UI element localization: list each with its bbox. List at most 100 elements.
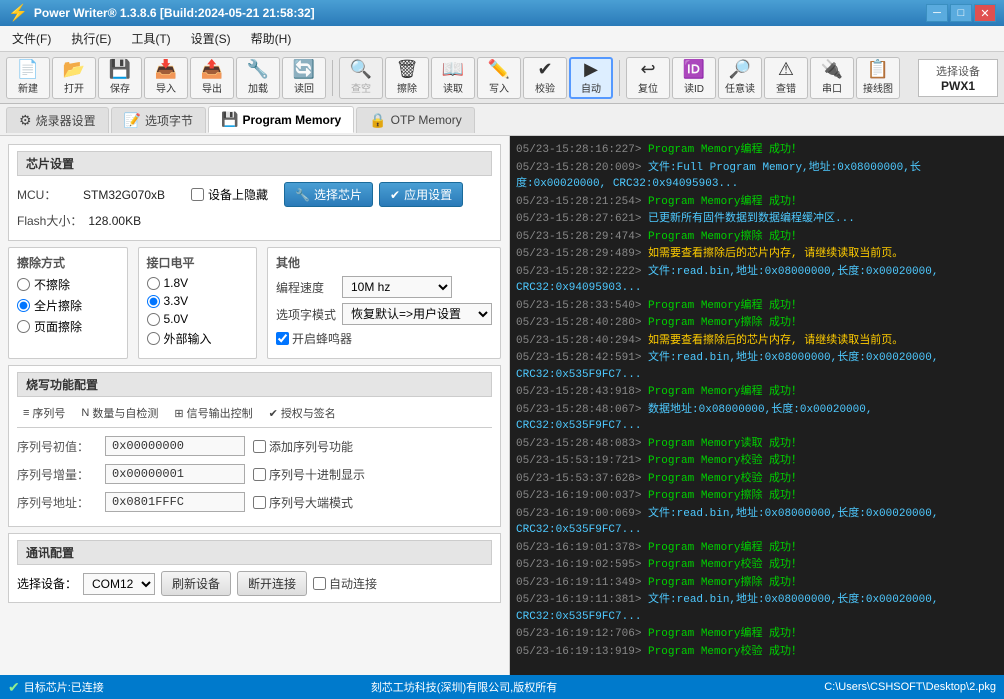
sn-icon: ≡ xyxy=(23,407,29,419)
tab-otp-memory[interactable]: 🔒 OTP Memory xyxy=(356,107,475,133)
check-empty-button[interactable]: 🔍 查空 xyxy=(339,57,383,99)
log-line: 05/23-16:19:02:595> Program Memory校验 成功！ xyxy=(516,557,998,574)
log-line: 05/23-15:28:21:254> Program Memory编程 成功！ xyxy=(516,194,998,211)
maximize-button[interactable]: □ xyxy=(950,4,972,22)
menu-bar: 文件(F) 执行(E) 工具(T) 设置(S) 帮助(H) xyxy=(0,26,1004,52)
menu-execute[interactable]: 执行(E) xyxy=(63,28,119,49)
hidden-device-checkbox[interactable]: 设备上隐藏 xyxy=(191,186,268,203)
device-panel: 选择设备 PWX1 xyxy=(918,59,998,97)
export-icon: 📤 xyxy=(201,60,223,78)
log-line: 05/23-15:28:40:294> 如需要查看擦除后的芯片内存, 请继续读取… xyxy=(516,333,998,350)
write-config-tabs: ≡ 序列号 N 数量与自检测 ⊞ 信号输出控制 ✔ 授权与签名 xyxy=(17,403,492,428)
interface-ext-radio[interactable]: 外部输入 xyxy=(147,330,249,347)
check-error-button[interactable]: ⚠ 查错 xyxy=(764,57,808,99)
verify-button[interactable]: ✔ 校验 xyxy=(523,57,567,99)
refresh-device-button[interactable]: 刷新设备 xyxy=(161,571,231,596)
log-line: 05/23-15:28:32:222> 文件:read.bin,地址:0x080… xyxy=(516,264,998,297)
decimal-sn-checkbox[interactable]: 序列号十进制显示 xyxy=(253,466,365,483)
log-line: 05/23-15:28:27:621> 已更新所有固件数据到数据编程缓冲区... xyxy=(516,211,998,228)
save-button[interactable]: 💾 保存 xyxy=(98,57,142,99)
load-button[interactable]: 🔧 加载 xyxy=(236,57,280,99)
erase-full-radio[interactable]: 全片擦除 xyxy=(17,297,119,314)
auto-button[interactable]: ▶ 自动 xyxy=(569,57,613,99)
serial-tab-auth[interactable]: ✔ 授权与签名 xyxy=(263,403,342,423)
option-bytes-icon: 📝 xyxy=(124,112,141,129)
auto-connect-checkbox[interactable]: 自动连接 xyxy=(313,575,377,592)
import-button[interactable]: 📥 导入 xyxy=(144,57,188,99)
new-icon: 📄 xyxy=(17,60,39,78)
disconnect-button[interactable]: 断开连接 xyxy=(237,571,307,596)
serial-tab-signal[interactable]: ⊞ 信号输出控制 xyxy=(168,403,258,423)
comm-section: 通讯配置 选择设备： COM12 刷新设备 断开连接 自动连接 xyxy=(8,533,501,603)
interface-3v3-radio[interactable]: 3.3V xyxy=(147,294,249,308)
serial-tab-count[interactable]: N 数量与自检测 xyxy=(75,403,164,423)
erase-radio-group: 不擦除 全片擦除 页面擦除 xyxy=(17,276,119,335)
apply-settings-button[interactable]: ✔ 应用设置 xyxy=(379,182,463,207)
wiring-diagram-icon: 📋 xyxy=(867,60,889,78)
apply-icon: ✔ xyxy=(390,188,400,202)
sn-init-input[interactable] xyxy=(105,436,245,456)
erase-page-radio[interactable]: 页面擦除 xyxy=(17,318,119,335)
log-line: 05/23-15:28:33:540> Program Memory编程 成功！ xyxy=(516,298,998,315)
write-button[interactable]: ✏️ 写入 xyxy=(477,57,521,99)
log-line: 05/23-15:28:48:083> Program Memory读取 成功！ xyxy=(516,436,998,453)
log-line: 05/23-16:19:00:037> Program Memory擦除 成功！ xyxy=(516,488,998,505)
comm-device-select[interactable]: COM12 xyxy=(83,573,155,595)
bigendian-sn-checkbox[interactable]: 序列号大端模式 xyxy=(253,494,353,511)
status-bar: ✔ 目标芯片:已连接 刻芯工坊科技(深圳)有限公司,版权所有 C:\Users\… xyxy=(0,675,1004,699)
sn-inc-row: 序列号增量： 序列号十进制显示 xyxy=(17,464,492,484)
select-chip-button[interactable]: 🔧 选择芯片 xyxy=(284,182,373,207)
menu-help[interactable]: 帮助(H) xyxy=(243,28,300,49)
log-line: 05/23-15:28:29:474> Program Memory擦除 成功！ xyxy=(516,229,998,246)
log-line: 05/23-15:53:19:721> Program Memory校验 成功！ xyxy=(516,453,998,470)
menu-settings[interactable]: 设置(S) xyxy=(183,28,239,49)
sn-inc-input[interactable] xyxy=(105,464,245,484)
readback-button[interactable]: 🔄 读回 xyxy=(282,57,326,99)
log-line: 05/23-15:53:37:628> Program Memory校验 成功！ xyxy=(516,471,998,488)
write-config-title: 烧写功能配置 xyxy=(17,372,492,397)
minimize-button[interactable]: ─ xyxy=(926,4,948,22)
tab-burner-settings[interactable]: ⚙ 烧录器设置 xyxy=(6,107,109,133)
auto-icon: ▶ xyxy=(584,60,598,78)
interface-1v8-radio[interactable]: 1.8V xyxy=(147,276,249,290)
toolbar-divider-1 xyxy=(332,60,333,96)
serial-tab-sn[interactable]: ≡ 序列号 xyxy=(17,403,71,423)
erase-no-radio[interactable]: 不擦除 xyxy=(17,276,119,293)
read-icon: 📖 xyxy=(442,60,464,78)
reset-button[interactable]: ↩ 复位 xyxy=(626,57,670,99)
menu-tools[interactable]: 工具(T) xyxy=(123,28,178,49)
new-button[interactable]: 📄 新建 xyxy=(6,57,50,99)
burner-settings-icon: ⚙ xyxy=(19,112,32,129)
toolbar-group-file: 📄 新建 📂 打开 💾 保存 📥 导入 📤 导出 🔧 加载 🔄 读回 xyxy=(6,57,326,99)
read-button[interactable]: 📖 读取 xyxy=(431,57,475,99)
interface-title: 接口电平 xyxy=(147,254,249,271)
close-button[interactable]: ✕ xyxy=(974,4,996,22)
check-error-icon: ⚠ xyxy=(778,60,794,78)
status-left: ✔ 目标芯片:已连接 xyxy=(8,679,104,696)
status-connected-text: 目标芯片:已连接 xyxy=(24,679,104,695)
log-line: 05/23-15:28:42:591> 文件:read.bin,地址:0x080… xyxy=(516,350,998,383)
menu-file[interactable]: 文件(F) xyxy=(4,28,59,49)
speed-select[interactable]: 10M hz xyxy=(342,276,452,298)
serial-port-button[interactable]: 🔌 串口 xyxy=(810,57,854,99)
mode-select[interactable]: 恢复默认=>用户设置 xyxy=(342,303,492,325)
load-icon: 🔧 xyxy=(247,60,269,78)
wiring-diagram-button[interactable]: 📋 接线图 xyxy=(856,57,900,99)
tab-program-memory[interactable]: 💾 Program Memory xyxy=(208,106,354,133)
export-button[interactable]: 📤 导出 xyxy=(190,57,234,99)
add-sn-checkbox[interactable]: 添加序列号功能 xyxy=(253,438,353,455)
write-icon: ✏️ xyxy=(488,60,510,78)
interface-5v-radio[interactable]: 5.0V xyxy=(147,312,249,326)
sn-addr-input[interactable] xyxy=(105,492,245,512)
open-button[interactable]: 📂 打开 xyxy=(52,57,96,99)
tab-option-bytes[interactable]: 📝 选项字节 xyxy=(111,107,206,133)
buzzer-checkbox[interactable]: 开启蜂鸣器 xyxy=(276,330,352,347)
otp-memory-icon: 🔒 xyxy=(369,112,386,129)
serial-port-icon: 🔌 xyxy=(821,60,843,78)
mode-row: 选项字模式 恢复默认=>用户设置 xyxy=(276,303,492,325)
read-id-button[interactable]: 🆔 读ID xyxy=(672,57,716,99)
title-bar: ⚡ Power Writer® 1.3.8.6 [Build:2024-05-2… xyxy=(0,0,1004,26)
chip-settings-title: 芯片设置 xyxy=(17,151,492,176)
erase-button[interactable]: 🗑 擦除 xyxy=(385,57,429,99)
any-read-button[interactable]: 🔎 任意读 xyxy=(718,57,762,99)
